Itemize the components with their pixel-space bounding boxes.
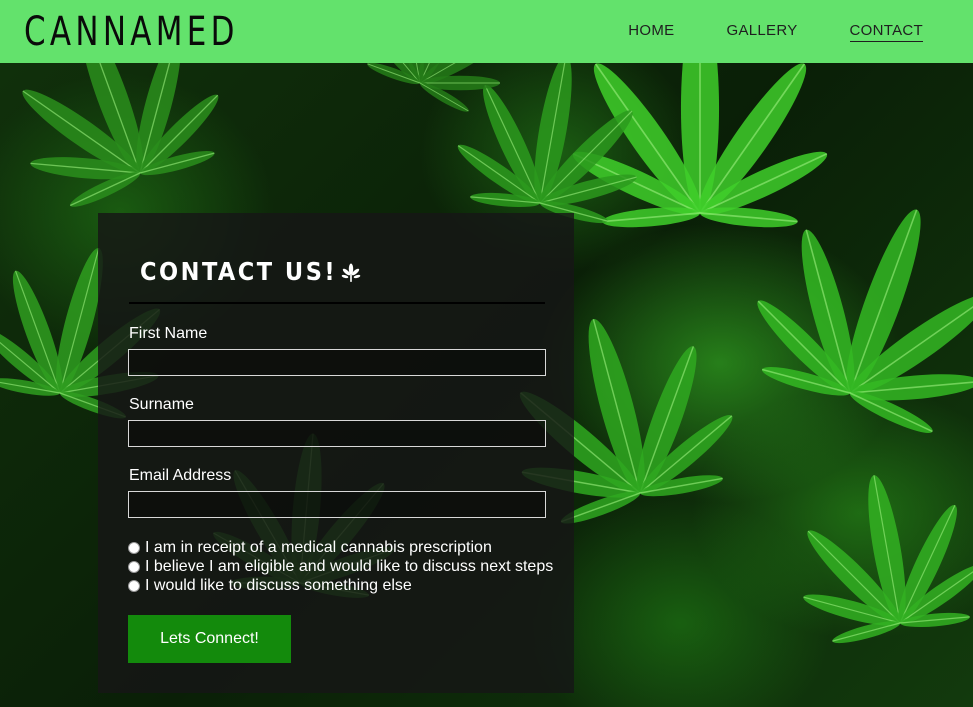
first-name-input[interactable]: [128, 349, 546, 376]
email-label: Email Address: [129, 467, 232, 484]
surname-input[interactable]: [128, 420, 546, 447]
contact-panel: CONTACT US! First Name Surname Email Add…: [98, 213, 574, 693]
site-logo[interactable]: CANNAMED: [24, 9, 239, 55]
leaf-cluster: [757, 209, 973, 433]
nav-link-gallery[interactable]: GALLERY: [726, 22, 797, 42]
leaf-cluster: [22, 63, 219, 207]
option-label: I am in receipt of a medical cannabis pr…: [145, 539, 492, 556]
radio-button[interactable]: [128, 542, 140, 554]
nav-link-home[interactable]: HOME: [628, 22, 674, 42]
main-nav: HOME GALLERY CONTACT: [576, 22, 923, 42]
first-name-label: First Name: [129, 325, 208, 342]
option-label: I would like to discuss something else: [145, 577, 412, 594]
radio-button[interactable]: [128, 561, 140, 573]
option-something-else[interactable]: I would like to discuss something else: [128, 577, 412, 595]
top-navbar: CANNAMED HOME GALLERY CONTACT: [0, 0, 973, 63]
contact-title: CONTACT US!: [140, 257, 362, 286]
option-eligible[interactable]: I believe I am eligible and would like t…: [128, 558, 553, 576]
lets-connect-button[interactable]: Lets Connect!: [128, 615, 291, 663]
option-label: I believe I am eligible and would like t…: [145, 558, 554, 575]
leaf-icon: [340, 261, 362, 283]
surname-label: Surname: [129, 396, 194, 413]
leaf-cluster: [803, 475, 973, 644]
radio-button[interactable]: [128, 580, 140, 592]
email-input[interactable]: [128, 491, 546, 518]
nav-link-contact[interactable]: CONTACT: [849, 22, 923, 42]
title-divider: [129, 302, 545, 304]
contact-title-text: CONTACT US!: [140, 257, 338, 286]
option-prescription[interactable]: I am in receipt of a medical cannabis pr…: [128, 539, 492, 557]
